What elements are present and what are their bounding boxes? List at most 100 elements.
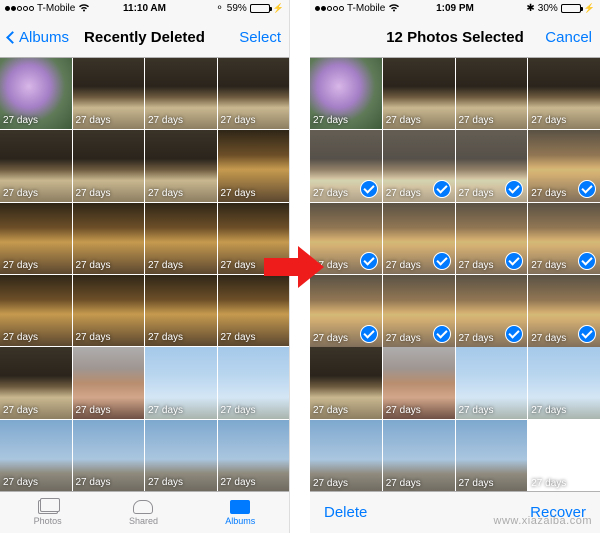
- remaining-days-label: 27 days: [221, 332, 256, 343]
- photo-thumb[interactable]: 27 days: [528, 275, 600, 347]
- remaining-days-label: 27 days: [148, 477, 183, 488]
- photo-grid[interactable]: 27 days27 days27 days27 days27 days27 da…: [0, 58, 289, 491]
- remaining-days-label: 27 days: [531, 115, 566, 126]
- photo-thumb[interactable]: 27 days: [528, 347, 600, 419]
- photo-thumb[interactable]: 27 days: [456, 275, 528, 347]
- photo-thumb[interactable]: 27 days: [310, 347, 382, 419]
- remaining-days-label: 27 days: [148, 260, 183, 271]
- photo-thumb[interactable]: 27 days: [0, 203, 72, 275]
- checkmark-icon: [433, 252, 451, 270]
- photo-thumb[interactable]: 27 days: [73, 130, 145, 202]
- photo-thumb[interactable]: 27 days: [310, 275, 382, 347]
- tab-albums-label: Albums: [225, 516, 255, 526]
- photo-thumb[interactable]: 27 days: [218, 420, 290, 491]
- remaining-days-label: 27 days: [386, 333, 421, 344]
- back-button[interactable]: Albums: [8, 29, 69, 46]
- photo-thumb[interactable]: 27 days: [310, 58, 382, 130]
- recover-button[interactable]: Recover: [530, 504, 586, 521]
- remaining-days-label: 27 days: [386, 188, 421, 199]
- cloud-icon: [132, 499, 154, 515]
- photo-thumb[interactable]: 27 days: [383, 130, 455, 202]
- photo-thumb[interactable]: 27 days: [145, 203, 217, 275]
- photo-thumb[interactable]: 27 days: [218, 130, 290, 202]
- status-time: 1:09 PM: [310, 3, 600, 14]
- tab-shared-label: Shared: [129, 516, 158, 526]
- photo-thumb[interactable]: 27 days: [456, 420, 528, 491]
- photo-thumb[interactable]: 27 days: [218, 347, 290, 419]
- photo-thumb[interactable]: 27 days: [310, 130, 382, 202]
- remaining-days-label: 27 days: [313, 115, 348, 126]
- photo-thumb[interactable]: 27 days: [73, 420, 145, 491]
- battery-icon: [250, 4, 270, 13]
- photos-icon: [37, 499, 59, 515]
- remaining-days-label: 27 days: [313, 260, 348, 271]
- checkmark-icon: [360, 252, 378, 270]
- back-label: Albums: [19, 29, 69, 46]
- photo-thumb[interactable]: 27 days: [0, 347, 72, 419]
- nav-bar: 12 Photos Selected Cancel: [310, 18, 600, 58]
- photo-thumb[interactable]: 27 days: [383, 58, 455, 130]
- photo-thumb[interactable]: 27 days: [145, 347, 217, 419]
- photo-thumb[interactable]: 27 days: [310, 203, 382, 275]
- nav-bar: Albums Recently Deleted Select: [0, 18, 289, 58]
- photo-thumb[interactable]: 27 days: [456, 58, 528, 130]
- tab-albums[interactable]: Albums: [225, 499, 255, 526]
- photo-thumb[interactable]: 27 days: [73, 347, 145, 419]
- photo-grid[interactable]: 27 days27 days27 days27 days27 days27 da…: [310, 58, 600, 491]
- photo-thumb[interactable]: 27 days: [145, 130, 217, 202]
- photo-thumb[interactable]: 27 days: [218, 275, 290, 347]
- chevron-left-icon: [6, 31, 19, 44]
- phone-right: T-Mobile 1:09 PM ✱ 30% ⚡ 12 Photos Selec…: [310, 0, 600, 533]
- photo-thumb[interactable]: 27 days: [383, 347, 455, 419]
- photo-thumb[interactable]: 27 days: [73, 58, 145, 130]
- remaining-days-label: 27 days: [148, 188, 183, 199]
- remaining-days-label: 27 days: [3, 332, 38, 343]
- remaining-days-label: 27 days: [3, 260, 38, 271]
- photo-thumb[interactable]: 27 days: [0, 130, 72, 202]
- photo-thumb[interactable]: 27 days: [0, 275, 72, 347]
- cancel-button[interactable]: Cancel: [545, 29, 592, 46]
- select-button[interactable]: Select: [239, 29, 281, 46]
- photo-thumb[interactable]: 27 days: [456, 347, 528, 419]
- photo-thumb[interactable]: 27 days: [383, 275, 455, 347]
- photo-thumb[interactable]: 27 days: [145, 275, 217, 347]
- remaining-days-label: 27 days: [148, 405, 183, 416]
- photo-thumb[interactable]: 27 days: [456, 203, 528, 275]
- photo-thumb[interactable]: 27 days: [218, 203, 290, 275]
- tab-photos[interactable]: Photos: [34, 499, 62, 526]
- photo-thumb[interactable]: 27 days: [310, 420, 382, 491]
- photo-thumb[interactable]: 27 days: [528, 420, 600, 491]
- checkmark-icon: [578, 325, 596, 343]
- tab-shared[interactable]: Shared: [129, 499, 158, 526]
- photo-thumb[interactable]: 27 days: [383, 203, 455, 275]
- remaining-days-label: 27 days: [221, 115, 256, 126]
- photo-thumb[interactable]: 27 days: [73, 203, 145, 275]
- photo-thumb[interactable]: 27 days: [456, 130, 528, 202]
- photo-thumb[interactable]: 27 days: [218, 58, 290, 130]
- status-bar: T-Mobile 1:09 PM ✱ 30% ⚡: [310, 0, 600, 18]
- remaining-days-label: 27 days: [531, 333, 566, 344]
- remaining-days-label: 27 days: [531, 405, 566, 416]
- remaining-days-label: 27 days: [3, 115, 38, 126]
- checkmark-icon: [578, 180, 596, 198]
- albums-icon: [229, 499, 251, 515]
- photo-thumb[interactable]: 27 days: [528, 58, 600, 130]
- photo-thumb[interactable]: 27 days: [0, 58, 72, 130]
- status-bar: T-Mobile 11:10 AM ⚬ 59% ⚡: [0, 0, 289, 18]
- tab-photos-label: Photos: [34, 516, 62, 526]
- remaining-days-label: 27 days: [148, 115, 183, 126]
- delete-button[interactable]: Delete: [324, 504, 367, 521]
- tab-bar: Photos Shared Albums: [0, 491, 289, 533]
- photo-thumb[interactable]: 27 days: [528, 203, 600, 275]
- remaining-days-label: 27 days: [459, 478, 494, 489]
- checkmark-icon: [433, 325, 451, 343]
- remaining-days-label: 27 days: [76, 405, 111, 416]
- remaining-days-label: 27 days: [76, 188, 111, 199]
- photo-thumb[interactable]: 27 days: [383, 420, 455, 491]
- photo-thumb[interactable]: 27 days: [73, 275, 145, 347]
- photo-thumb[interactable]: 27 days: [0, 420, 72, 491]
- photo-thumb[interactable]: 27 days: [145, 58, 217, 130]
- remaining-days-label: 27 days: [386, 260, 421, 271]
- photo-thumb[interactable]: 27 days: [528, 130, 600, 202]
- photo-thumb[interactable]: 27 days: [145, 420, 217, 491]
